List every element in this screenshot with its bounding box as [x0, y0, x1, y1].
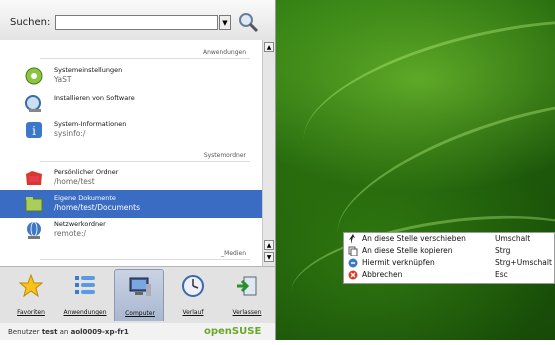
scrollbar[interactable]: ▲ ▲ ▼	[262, 40, 275, 266]
context-shortcut: Strg	[495, 246, 511, 255]
section-header-applications: Anwendungen	[202, 49, 246, 56]
star-icon	[18, 273, 44, 298]
search-label: Suchen:	[10, 17, 51, 28]
context-item-link[interactable]: Hiermit verknüpfen Strg+Umschalt	[345, 257, 554, 269]
item-subtitle: /home/test/Documents	[54, 203, 141, 212]
tab-label: Computer	[125, 310, 155, 317]
tab-verlassen[interactable]: Verlassen	[222, 269, 272, 321]
item-title: Eigene Dokumente	[54, 194, 116, 202]
tab-label: Verlassen	[232, 309, 262, 316]
tab-verlauf[interactable]: Verlauf	[168, 269, 218, 321]
tab-label: Verlauf	[182, 309, 204, 316]
info-icon: i	[26, 122, 42, 138]
scroll-down-icon[interactable]: ▼	[264, 252, 274, 262]
context-label: Abbrechen	[362, 270, 403, 279]
documents-folder-icon	[25, 197, 43, 212]
scroll-up-icon[interactable]: ▲	[264, 42, 274, 52]
list-item[interactable]: Installieren von Software	[0, 90, 262, 118]
computer-icon	[129, 277, 151, 296]
tab-bar: Favoriten Anwendungen Computer Verlauf V…	[0, 266, 275, 324]
yast-icon	[25, 67, 43, 85]
list-item[interactable]: Systemeinstellungen YaST	[0, 62, 262, 90]
context-label: Hiermit verknüpfen	[362, 258, 435, 267]
magnifier-icon	[239, 13, 259, 33]
cancel-icon	[348, 270, 358, 280]
clock-icon	[182, 275, 204, 297]
tab-label: Anwendungen	[63, 309, 107, 316]
search-input[interactable]	[55, 15, 218, 30]
context-shortcut: Strg+Umschalt	[495, 258, 552, 267]
search-dropdown-button[interactable]: ▼	[219, 15, 231, 30]
list-item[interactable]: Netzwerkordner remote:/	[0, 216, 262, 244]
tab-label: Favoriten	[17, 309, 45, 316]
context-item-copy[interactable]: An diese Stelle kopieren Strg	[345, 245, 554, 257]
applications-list-icon	[75, 276, 95, 294]
list-item[interactable]: i System-Informationen sysinfo:/	[0, 116, 262, 144]
move-icon	[349, 234, 355, 244]
section-header-systemordner: Systemordner	[203, 152, 246, 159]
item-subtitle: YaST	[54, 75, 72, 84]
tab-anwendungen[interactable]: Anwendungen	[60, 269, 110, 321]
item-title: Installieren von Software	[54, 94, 135, 102]
item-title: Netzwerkordner	[54, 220, 106, 228]
section-divider	[40, 161, 250, 162]
item-subtitle: remote:/	[54, 229, 87, 238]
context-shortcut: Umschalt	[495, 234, 531, 243]
context-label: An diese Stelle kopieren	[362, 246, 453, 255]
search-bar: Suchen: ▼	[0, 0, 275, 40]
tab-favoriten[interactable]: Favoriten	[6, 269, 56, 321]
kickoff-menu: Suchen: ▼ Anwendungen Systemeinstellunge…	[0, 0, 276, 340]
item-title: Systemeinstellungen	[54, 66, 123, 74]
leave-icon	[237, 276, 257, 296]
network-folder-icon	[27, 221, 41, 239]
item-title: Persönlicher Ordner	[54, 168, 119, 176]
status-footer: Benutzer test an aol0009-xp-fr1 openSUSE	[0, 323, 275, 340]
section-divider	[40, 259, 250, 260]
section-divider	[40, 58, 250, 59]
section-header-medien: _Medien	[221, 250, 246, 257]
results-list: Anwendungen Systemeinstellungen YaST Ins…	[0, 40, 262, 266]
user-prefix: Benutzer	[8, 328, 42, 336]
list-item[interactable]: Persönlicher Ordner /home/test	[0, 164, 262, 192]
context-menu: An diese Stelle verschieben Umschalt An …	[343, 232, 555, 284]
list-item-selected[interactable]: Eigene Dokumente /home/test/Documents	[0, 190, 262, 218]
user-info: Benutzer test an aol0009-xp-fr1	[8, 328, 129, 336]
context-label: An diese Stelle verschieben	[362, 234, 466, 243]
tab-computer[interactable]: Computer	[114, 269, 164, 321]
item-title: System-Informationen	[54, 120, 127, 128]
opensuse-logo: openSUSE	[204, 326, 262, 337]
context-shortcut: Esc	[495, 270, 508, 279]
item-subtitle: sysinfo:/	[54, 129, 86, 138]
svg-text:i: i	[32, 124, 36, 138]
software-install-icon	[25, 95, 41, 112]
item-subtitle: /home/test	[54, 177, 95, 186]
copy-icon	[348, 246, 358, 256]
user-name: test	[41, 328, 58, 336]
context-item-move[interactable]: An diese Stelle verschieben Umschalt	[345, 233, 554, 245]
scroll-up-icon[interactable]: ▲	[264, 240, 274, 250]
home-folder-icon	[26, 171, 42, 185]
user-middle: an	[57, 328, 71, 336]
context-item-cancel[interactable]: Abbrechen Esc	[345, 269, 554, 281]
link-icon	[348, 258, 358, 268]
host-name: aol0009-xp-fr1	[70, 328, 129, 336]
